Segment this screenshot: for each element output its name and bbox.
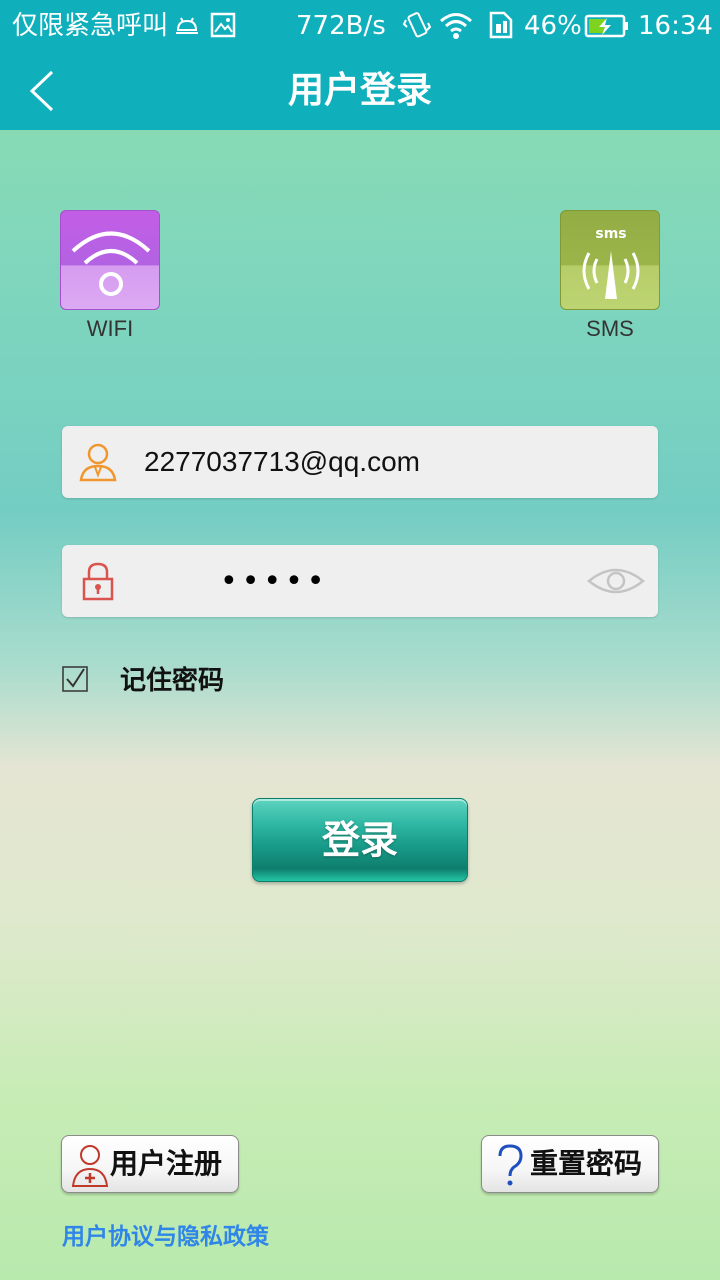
user-add-icon	[71, 1145, 109, 1187]
username-value: 2277037713@qq.com	[144, 446, 420, 477]
register-button-label: 用户注册	[110, 1147, 223, 1180]
user-icon	[79, 443, 117, 482]
status-bar: 仅限紧急呼叫 772B/s 46% 16:34	[0, 0, 720, 52]
password-field[interactable]: •••••	[62, 545, 658, 617]
wifi-tile[interactable]	[60, 210, 160, 310]
eye-icon[interactable]	[586, 565, 646, 597]
page-title: 用户登录	[287, 70, 432, 111]
username-field[interactable]: 2277037713@qq.com	[62, 426, 658, 498]
reset-password-button[interactable]: 重置密码	[481, 1135, 659, 1193]
net-speed: 772B/s	[296, 11, 386, 41]
sim-icon	[489, 11, 513, 39]
privacy-policy-link[interactable]: 用户协议与隐私政策	[62, 1222, 269, 1252]
sms-label: SMS	[586, 316, 634, 341]
lock-icon	[82, 562, 114, 601]
vibrate-icon	[402, 12, 432, 38]
reset-password-button-label: 重置密码	[530, 1147, 643, 1180]
battery-percent: 46%	[524, 11, 582, 41]
checkbox-icon[interactable]	[62, 666, 88, 692]
app-bar: 用户登录	[0, 52, 720, 130]
android-icon	[176, 17, 198, 34]
sms-icon-text: sms	[595, 226, 626, 242]
clock: 16:34	[638, 11, 713, 41]
remember-password-label: 记住密码	[120, 666, 225, 696]
question-icon	[498, 1144, 523, 1186]
wifi-label: WIFI	[86, 316, 134, 341]
wifi-icon	[71, 231, 151, 296]
wifi-mode-button[interactable]: WIFI	[60, 210, 160, 341]
wifi-signal-icon	[440, 13, 472, 39]
register-button[interactable]: 用户注册	[61, 1135, 239, 1193]
image-icon	[210, 12, 236, 38]
sms-antenna-icon: sms	[582, 226, 640, 299]
password-value: •••••	[220, 564, 329, 599]
login-button[interactable]: 登录	[252, 798, 468, 882]
battery-charging-icon	[584, 14, 628, 38]
sms-tile[interactable]: sms	[560, 210, 660, 310]
login-button-label: 登录	[321, 818, 398, 862]
sms-mode-button[interactable]: sms SMS	[560, 210, 660, 341]
carrier-text: 仅限紧急呼叫	[12, 11, 169, 41]
